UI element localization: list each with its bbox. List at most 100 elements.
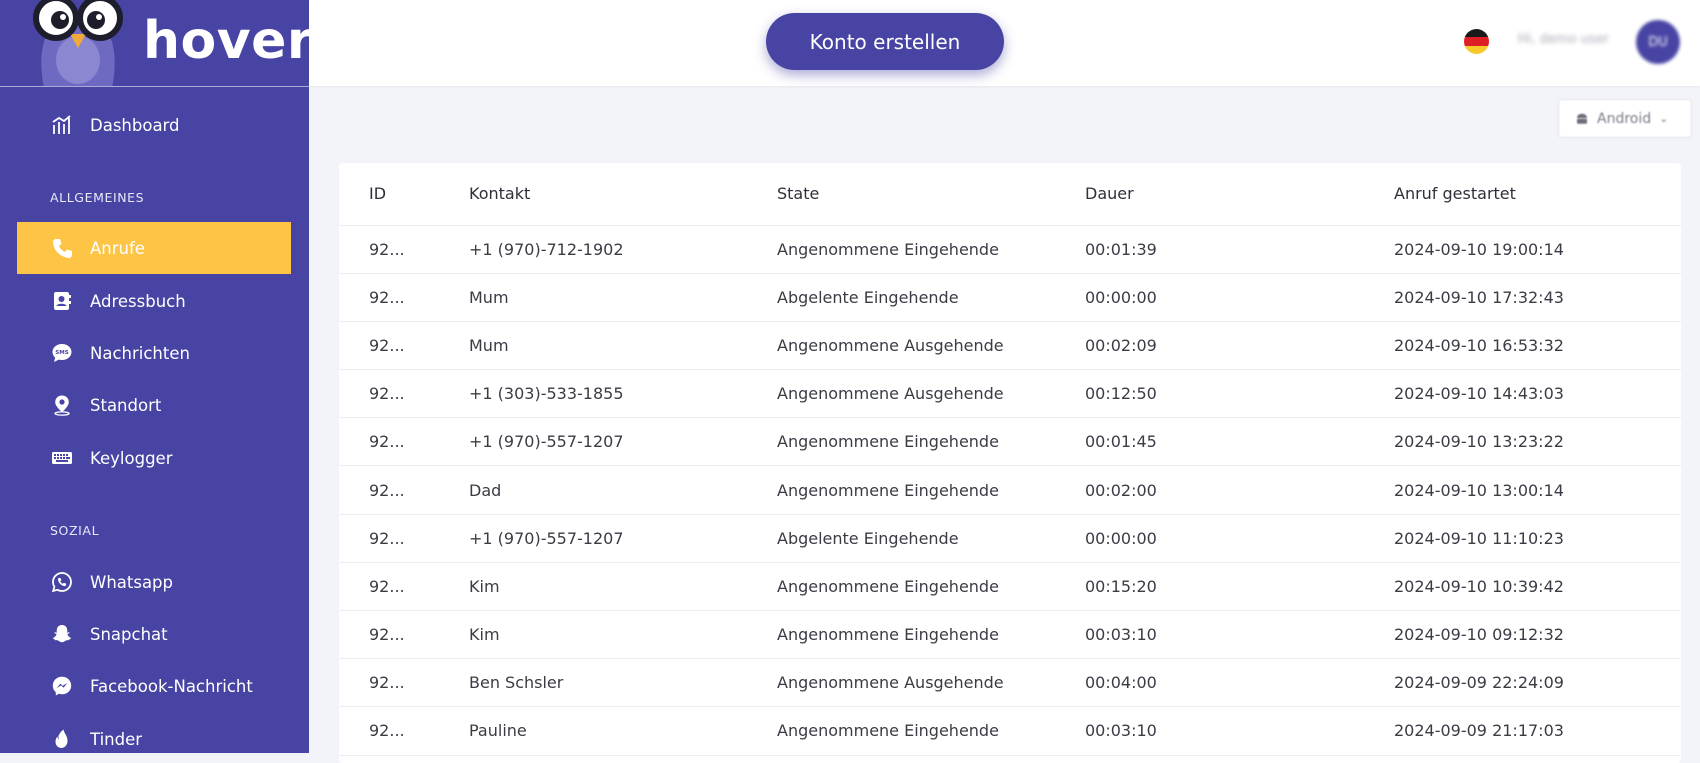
cell-kontakt: Ben Schsler: [469, 673, 564, 693]
cell-dauer: 00:04:00: [1085, 673, 1157, 693]
cell-state: Angenommene Eingehende: [777, 625, 999, 645]
cell-state: Angenommene Eingehende: [777, 576, 999, 596]
device-select[interactable]: Android ⌄: [1558, 99, 1692, 138]
contact-book-icon: [51, 290, 73, 312]
sidebar-item-dashboard[interactable]: Dashboard: [17, 99, 291, 151]
table-row[interactable]: 92... Kim Angenommene Eingehende 00:03:10 20…: [339, 611, 1681, 659]
sidebar: hoverv Dashboard ALLGEMEINES Anrufe Adre…: [0, 0, 309, 753]
cell-state: Angenommene Eingehende: [777, 239, 999, 259]
sidebar-item-tinder[interactable]: Tinder: [17, 713, 291, 753]
calls-table: ID Kontakt State Dauer Anruf gestartet 9…: [339, 163, 1681, 756]
table-row[interactable]: 92... Dad Angenommene Eingehende 00:02:00 20…: [339, 466, 1681, 515]
sidebar-item-label: Whatsapp: [90, 572, 174, 592]
table-row[interactable]: 92... +1 (970)-557-1207 Abgelente Eingehen…: [339, 514, 1681, 563]
cell-state: Abgelente Eingehende: [777, 528, 959, 548]
table-row[interactable]: 92... Mum Angenommene Ausgehende 00:02:09 20…: [339, 321, 1681, 370]
cell-anruf-gestartet: 2024-09-10 17:32:43: [1394, 287, 1564, 307]
brand-logo[interactable]: hoverv: [0, 0, 309, 87]
cell-id: 92...: [369, 480, 405, 500]
germany-flag-icon[interactable]: [1464, 29, 1489, 54]
cell-id: 92...: [369, 287, 405, 307]
cell-state: Abgelente Eingehende: [777, 287, 959, 307]
cell-id: 92...: [369, 432, 405, 452]
cell-anruf-gestartet: 2024-09-10 19:00:14: [1394, 239, 1564, 259]
sidebar-item-label: Dashboard: [90, 115, 180, 135]
sidebar-item-label: Standort: [90, 395, 162, 415]
table-row[interactable]: 92... Pauline Angenommene Eingehende 00:03:…: [339, 707, 1681, 756]
table-row[interactable]: 92... +1 (970)-557-1207 Angenommene Eingeh…: [339, 418, 1681, 466]
chevron-down-icon: ⌄: [1659, 112, 1669, 125]
cell-kontakt: Kim: [469, 625, 500, 645]
cell-kontakt: Mum: [469, 335, 509, 355]
sidebar-item-snapchat[interactable]: Snapchat: [17, 608, 291, 660]
cell-dauer: 00:00:00: [1085, 528, 1157, 548]
cell-dauer: 00:15:20: [1085, 576, 1157, 596]
sidebar-item-facebook-nachricht[interactable]: Facebook-Nachricht: [17, 660, 291, 712]
cell-id: 92...: [369, 673, 405, 693]
create-account-button[interactable]: Konto erstellen: [766, 13, 1004, 70]
bar-chart-icon: [51, 114, 73, 136]
cell-id: 92...: [369, 528, 405, 548]
cell-kontakt: Pauline: [469, 721, 527, 741]
sidebar-item-nachrichten[interactable]: SMS Nachrichten: [17, 327, 291, 379]
svg-text:SMS: SMS: [55, 350, 68, 356]
column-header-state[interactable]: State: [777, 163, 1085, 225]
table-row[interactable]: 92... Ben Schsler Angenommene Ausgehende 00…: [339, 659, 1681, 707]
android-icon: [1577, 113, 1587, 124]
cell-dauer: 00:00:00: [1085, 287, 1157, 307]
avatar[interactable]: DU: [1636, 20, 1680, 64]
cell-dauer: 00:01:45: [1085, 432, 1157, 452]
cell-dauer: 00:03:10: [1085, 625, 1157, 645]
cell-dauer: 00:03:10: [1085, 721, 1157, 741]
cell-state: Angenommene Eingehende: [777, 721, 999, 741]
cell-dauer: 00:02:00: [1085, 480, 1157, 500]
sidebar-item-adressbuch[interactable]: Adressbuch: [17, 275, 291, 327]
sidebar-item-keylogger[interactable]: Keylogger: [17, 432, 291, 484]
phone-icon: [51, 237, 73, 259]
cell-anruf-gestartet: 2024-09-10 16:53:32: [1394, 335, 1564, 355]
cell-kontakt: Kim: [469, 576, 500, 596]
snapchat-icon: [51, 623, 73, 645]
table-row[interactable]: 92... +1 (303)-533-1855 Angenommene Ausgeh…: [339, 370, 1681, 418]
column-header-id[interactable]: ID: [339, 163, 469, 225]
cell-state: Angenommene Eingehende: [777, 432, 999, 452]
cell-id: 92...: [369, 721, 405, 741]
cell-state: Angenommene Ausgehende: [777, 384, 1004, 404]
cell-kontakt: +1 (970)-557-1207: [469, 432, 624, 452]
cell-state: Angenommene Eingehende: [777, 480, 999, 500]
user-name[interactable]: Hi, demo user: [1518, 32, 1609, 47]
cell-id: 92...: [369, 239, 405, 259]
column-header-kontakt[interactable]: Kontakt: [469, 163, 777, 225]
cell-kontakt: Mum: [469, 287, 509, 307]
table-row[interactable]: 92... Mum Abgelente Eingehende 00:00:00 2024…: [339, 273, 1681, 322]
column-header-anruf-gestartet[interactable]: Anruf gestartet: [1394, 163, 1681, 225]
cell-dauer: 00:01:39: [1085, 239, 1157, 259]
table-row[interactable]: 92... Kim Angenommene Eingehende 00:15:20 20…: [339, 562, 1681, 611]
cell-id: 92...: [369, 625, 405, 645]
cell-id: 92...: [369, 576, 405, 596]
table-row[interactable]: 92... +1 (970)-712-1902 Angenommene Eingeh…: [339, 225, 1681, 274]
sidebar-item-label: Tinder: [90, 729, 143, 749]
sidebar-item-label: Nachrichten: [90, 343, 190, 363]
cell-dauer: 00:02:09: [1085, 335, 1157, 355]
cell-state: Angenommene Ausgehende: [777, 335, 1004, 355]
sidebar-item-label: Adressbuch: [90, 291, 186, 311]
sidebar-item-label: Anrufe: [90, 238, 145, 258]
device-select-value: Android: [1597, 110, 1652, 127]
sidebar-item-label: Keylogger: [90, 448, 173, 468]
column-header-dauer[interactable]: Dauer: [1085, 163, 1394, 225]
cell-kontakt: +1 (970)-712-1902: [469, 239, 624, 259]
cell-anruf-gestartet: 2024-09-09 22:24:09: [1394, 673, 1564, 693]
sidebar-item-whatsapp[interactable]: Whatsapp: [17, 556, 291, 608]
cell-anruf-gestartet: 2024-09-09 21:17:03: [1394, 721, 1564, 741]
owl-logo-icon: [33, 0, 123, 86]
calls-table-card: ID Kontakt State Dauer Anruf gestartet 9…: [339, 163, 1681, 763]
cell-dauer: 00:12:50: [1085, 384, 1157, 404]
cell-kontakt: +1 (303)-533-1855: [469, 384, 624, 404]
section-label-allgemeines: ALLGEMEINES: [50, 190, 145, 205]
whatsapp-icon: [51, 571, 73, 593]
sidebar-item-anrufe[interactable]: Anrufe: [17, 222, 291, 274]
cell-id: 92...: [369, 335, 405, 355]
cell-anruf-gestartet: 2024-09-10 10:39:42: [1394, 576, 1564, 596]
sidebar-item-standort[interactable]: Standort: [17, 379, 291, 431]
